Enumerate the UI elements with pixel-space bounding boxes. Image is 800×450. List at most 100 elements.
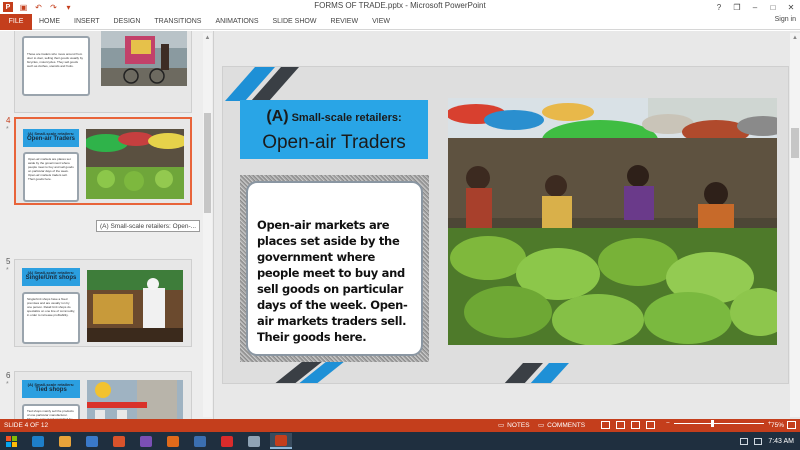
slide-thumbnail-4[interactable]: (A) Small-scale retailers: Open-air Trad… — [14, 117, 192, 205]
network-icon[interactable] — [740, 437, 749, 445]
slide-thumbnail-3[interactable]: Those are traders who move around from d… — [14, 31, 192, 113]
bicycle-vendor-image — [101, 31, 187, 86]
shop-image — [87, 270, 183, 342]
window-controls: ? ❐ – □ ✕ — [710, 0, 800, 14]
taskbar-app-1[interactable] — [27, 433, 49, 449]
slide-number-5: 5 — [6, 257, 11, 266]
petrol-station-image — [87, 380, 183, 419]
slide-number-4: 4 — [6, 116, 11, 125]
workspace: Those are traders who move around from d… — [0, 31, 800, 419]
app-icon — [86, 435, 98, 447]
taskbar-app-2[interactable] — [54, 433, 76, 449]
slide-title: Open-air Traders — [262, 132, 406, 153]
taskbar-app-6[interactable] — [162, 433, 184, 449]
undo-icon[interactable]: ↶ — [34, 3, 43, 12]
start-button[interactable] — [0, 432, 22, 450]
tab-insert[interactable]: INSERT — [67, 14, 107, 30]
slide-thumbnail-6[interactable]: (A) Small-scale retailers: Tied shops Ti… — [14, 371, 192, 419]
taskbar-app-3[interactable] — [81, 433, 103, 449]
clock[interactable]: 7:43 AM — [768, 438, 794, 445]
tab-file[interactable]: FILE — [0, 13, 32, 30]
sign-in-link[interactable]: Sign in — [775, 16, 796, 23]
animation-star-icon: * — [6, 381, 9, 388]
tab-slide-show[interactable]: SLIDE SHOW — [266, 14, 324, 30]
tab-transitions[interactable]: TRANSITIONS — [147, 14, 208, 30]
comments-button[interactable]: ▭ COMMENTS — [538, 421, 585, 430]
notes-label: NOTES — [507, 421, 530, 429]
volume-icon[interactable] — [754, 437, 763, 445]
taskbar-apps — [22, 433, 292, 449]
slide-photo[interactable] — [448, 98, 777, 345]
tab-view[interactable]: VIEW — [365, 14, 397, 30]
windows-logo-icon — [5, 435, 17, 447]
tab-home[interactable]: HOME — [32, 14, 67, 30]
editor-scrollbar[interactable]: ▲ — [790, 33, 800, 417]
market-image — [86, 129, 184, 199]
app-icon — [167, 435, 179, 447]
save-icon[interactable]: ▣ — [19, 3, 28, 12]
slide-show-view-icon[interactable] — [646, 421, 655, 429]
fit-slide-icon[interactable] — [787, 421, 796, 429]
app-icon — [59, 435, 71, 447]
thumbnail-text-box: Those are traders who move around from d… — [22, 36, 90, 96]
taskbar-app-4[interactable] — [108, 433, 130, 449]
animation-star-icon: * — [6, 267, 9, 274]
slide-body-box[interactable]: Open-air markets are places set aside by… — [246, 181, 423, 356]
maximize-button[interactable]: □ — [764, 0, 782, 14]
minimize-button[interactable]: – — [746, 0, 764, 14]
status-bar: SLIDE 4 OF 12 ▭ NOTES ▭ COMMENTS − + 75% — [0, 419, 800, 432]
zoom-percentage[interactable]: 75% — [771, 422, 784, 429]
taskbar-app-10[interactable] — [270, 433, 292, 449]
ribbon-display-options-button[interactable]: ❐ — [728, 0, 746, 14]
tab-animations[interactable]: ANIMATIONS — [208, 14, 265, 30]
tab-design[interactable]: DESIGN — [107, 14, 148, 30]
system-tray: 7:43 AM — [740, 432, 800, 450]
slide-body-text: Open-air markets are places set aside by… — [257, 218, 408, 344]
animation-star-icon: * — [6, 126, 9, 133]
customize-qat-icon[interactable]: ▾ — [64, 3, 73, 12]
normal-view-icon[interactable] — [601, 421, 610, 429]
notes-button[interactable]: ▭ NOTES — [498, 421, 530, 430]
app-icon — [221, 435, 233, 447]
slide-title-small: Small-scale retailers: — [291, 112, 402, 124]
zoom-slider-knob[interactable] — [710, 420, 714, 427]
thumbnail-image — [101, 31, 187, 86]
slide-title-box[interactable]: (A) Small-scale retailers: Open-air Trad… — [240, 100, 428, 159]
current-slide: (A) Small-scale retailers: Open-air Trad… — [222, 66, 789, 384]
zoom-slider[interactable] — [673, 420, 764, 427]
tab-review[interactable]: REVIEW — [323, 14, 365, 30]
slide-sorter-view-icon[interactable] — [616, 421, 625, 429]
taskbar-app-5[interactable] — [135, 433, 157, 449]
slide-subtitle: (A) Small-scale retailers: — [240, 108, 428, 126]
thumbnail-tooltip: (A) Small-scale retailers: Open-... — [96, 220, 201, 232]
thumbnail-image — [87, 380, 183, 419]
app-icon — [275, 434, 287, 446]
zoom-control: − + — [666, 420, 772, 427]
scrollbar-thumb[interactable] — [204, 113, 211, 213]
slide-counter: SLIDE 4 OF 12 — [4, 422, 49, 429]
taskbar-app-7[interactable] — [189, 433, 211, 449]
thumbnail-image — [86, 129, 184, 199]
help-button[interactable]: ? — [710, 0, 728, 14]
thumbnail-image — [87, 270, 183, 342]
powerpoint-window: P ▣ ↶ ↷ ▾ FORMS OF TRADE.pptx - Microsof… — [0, 0, 800, 450]
thumbnail-text: Those are traders who move around from d… — [27, 52, 84, 68]
close-button[interactable]: ✕ — [782, 0, 800, 14]
redo-icon[interactable]: ↷ — [49, 3, 58, 12]
windows-taskbar: 7:43 AM — [0, 432, 800, 450]
slide-editor: (A) Small-scale retailers: Open-air Trad… — [215, 31, 800, 419]
scroll-up-icon[interactable]: ▲ — [203, 33, 212, 42]
taskbar-app-9[interactable] — [243, 433, 265, 449]
view-buttons — [601, 421, 655, 429]
thumbnail-scrollbar[interactable]: ▲ — [203, 33, 212, 417]
reading-view-icon[interactable] — [631, 421, 640, 429]
taskbar-app-8[interactable] — [216, 433, 238, 449]
scroll-up-icon[interactable]: ▲ — [790, 33, 800, 42]
scrollbar-thumb[interactable] — [791, 128, 799, 158]
app-icon — [194, 435, 206, 447]
slide-thumbnail-5[interactable]: (A) Small-scale retailers: Single/Unit s… — [14, 259, 192, 347]
zoom-out-icon[interactable]: − — [666, 420, 670, 427]
slide-thumbnail-pane: Those are traders who move around from d… — [0, 31, 214, 419]
powerpoint-logo-icon[interactable]: P — [3, 2, 13, 12]
thumbnail-title: (A) Small-scale retailers: Tied shops — [22, 380, 80, 398]
